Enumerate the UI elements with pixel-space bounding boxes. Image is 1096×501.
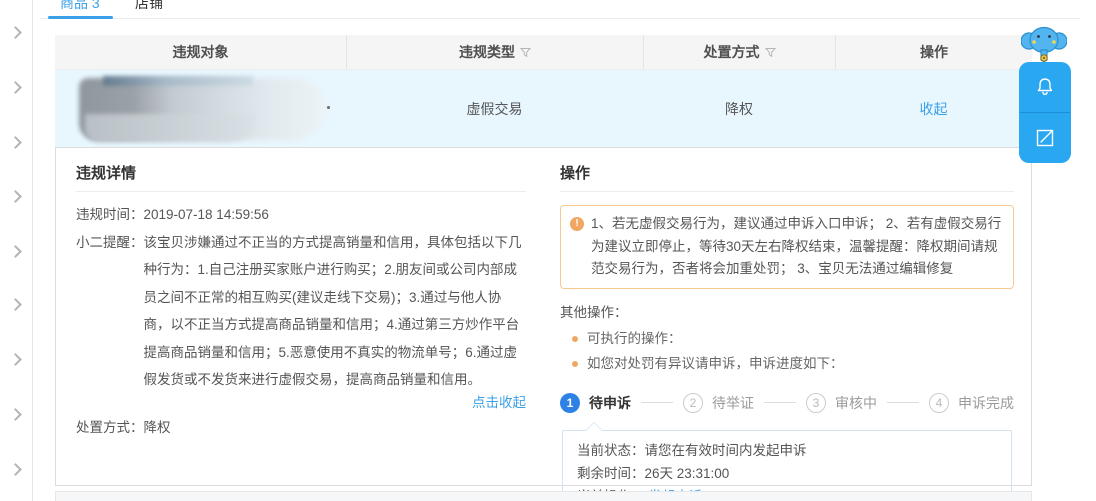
- violation-detail-title: 违规详情: [76, 165, 137, 182]
- notice-box: ! 1、若无虚假交易行为，建议通过申诉入口申诉； 2、若有虚假交易行为建议立即停…: [560, 205, 1014, 289]
- violation-detail-section: 违规详情 违规时间： 2019-07-18 14:59:56 小二提醒： 该宝贝…: [76, 148, 526, 441]
- col-header-violation-type: 违规类型: [346, 35, 643, 69]
- table-header-row: 违规对象 违规类型 处置方式 操作: [55, 35, 1032, 70]
- active-tab-underline: [48, 16, 113, 19]
- bullet-item: 可执行的操作：: [572, 331, 1014, 346]
- tab-shop[interactable]: 店铺: [135, 0, 163, 13]
- tab-bar: 商品 3 店铺: [40, 0, 1080, 19]
- bullet-dot-icon: [572, 360, 578, 367]
- action-title: 操作: [560, 165, 591, 182]
- chevron-right-icon[interactable]: [9, 245, 22, 258]
- detail-panel: 违规详情 违规时间： 2019-07-18 14:59:56 小二提醒： 该宝贝…: [55, 147, 1032, 501]
- penalty-label: 处置方式：: [76, 419, 144, 435]
- collapse-row-link[interactable]: 收起: [920, 99, 948, 119]
- bell-icon: [1037, 78, 1053, 96]
- notice-text: 1、若无虚假交易行为，建议通过申诉入口申诉； 2、若有虚假交易行为建议立即停止，…: [591, 216, 1002, 276]
- step-appeal-complete: 4 申诉完成: [929, 392, 1014, 413]
- chevron-right-icon[interactable]: [9, 136, 22, 149]
- filter-funnel-icon[interactable]: [519, 47, 532, 58]
- next-table-row-partial: [55, 491, 1032, 501]
- remaining-time-row: 剩余时间：26天 23:31:00: [577, 465, 730, 481]
- action-section: 操作 ! 1、若无虚假交易行为，建议通过申诉入口申诉； 2、若有虚假交易行为建议…: [560, 148, 1014, 501]
- tab-goods[interactable]: 商品 3: [60, 0, 100, 13]
- current-state-row: 当前状态：请您在有效时间内发起申诉: [577, 442, 807, 458]
- chevron-right-icon[interactable]: [9, 353, 22, 366]
- reminder-label: 小二提醒：: [76, 234, 144, 250]
- chevron-right-icon[interactable]: [9, 190, 22, 203]
- notification-bell-button[interactable]: [1019, 62, 1071, 112]
- other-operations-label: 其他操作：: [560, 304, 628, 320]
- chevron-right-icon[interactable]: [9, 298, 22, 311]
- chevron-right-icon[interactable]: [9, 81, 22, 94]
- bullet-dot-icon: [572, 335, 578, 342]
- bullet-item: 如您对处罚有异议请申诉，申诉进度如下：: [572, 356, 1014, 371]
- reminder-text: 该宝贝涉嫌通过不正当的方式提高销量和信用，具体包括以下几种行为：1.自己注册买家…: [143, 234, 522, 388]
- penalty-row: 处置方式： 降权: [76, 414, 526, 442]
- violation-management-page: 商品 3 店铺 违规对象 违规类型 处置方式 操作 虚假交易 降权 收起 违规详…: [0, 0, 1096, 501]
- cell-penalty: 降权: [725, 100, 753, 117]
- violation-time-value: 2019-07-18 14:59:56: [143, 207, 269, 222]
- exclamation-icon: !: [570, 217, 584, 231]
- chevron-right-icon[interactable]: [9, 408, 22, 421]
- redacted-product-info: [55, 70, 346, 147]
- penalty-value: 降权: [143, 419, 171, 435]
- step-connector: [887, 402, 919, 403]
- collapse-rail: [0, 0, 33, 501]
- step-pending-appeal: 1 待申诉: [560, 392, 631, 413]
- filter-funnel-icon[interactable]: [764, 47, 776, 58]
- divider: [560, 191, 1014, 192]
- col-header-violation-object: 违规对象: [172, 44, 229, 60]
- col-header-action: 操作: [835, 35, 1032, 69]
- elephant-mascot: [1020, 24, 1068, 64]
- violation-table: 违规对象 违规类型 处置方式 操作 虚假交易 降权 收起: [55, 35, 1032, 147]
- chevron-right-icon[interactable]: [9, 26, 22, 39]
- click-collapse-link[interactable]: 点击收起: [472, 395, 526, 410]
- divider: [76, 191, 526, 192]
- edit-icon: [1036, 129, 1054, 147]
- floating-toolbar: [1019, 62, 1071, 163]
- step-under-review: 3 审核中: [806, 392, 877, 413]
- cell-violation-object: [55, 70, 346, 147]
- violation-time-label: 违规时间：: [76, 207, 144, 222]
- cell-violation-type: 虚假交易: [466, 100, 523, 117]
- step-pending-evidence: 2 待举证: [683, 392, 754, 413]
- col-header-penalty: 处置方式: [643, 35, 835, 69]
- chevron-right-icon[interactable]: [9, 463, 22, 476]
- feedback-edit-button[interactable]: [1019, 113, 1071, 163]
- violation-row: 虚假交易 降权 收起: [55, 70, 1032, 147]
- cell-action: 收起: [835, 70, 1032, 147]
- step-connector: [641, 402, 673, 403]
- violation-time-row: 违规时间： 2019-07-18 14:59:56: [76, 201, 526, 229]
- step-connector: [764, 402, 796, 403]
- appeal-progress-stepper: 1 待申诉 2 待举证 3 审核中 4 申诉完成: [560, 392, 1014, 413]
- reminder-row: 小二提醒： 该宝贝涉嫌通过不正当的方式提高销量和信用，具体包括以下几种行为：1.…: [76, 229, 526, 394]
